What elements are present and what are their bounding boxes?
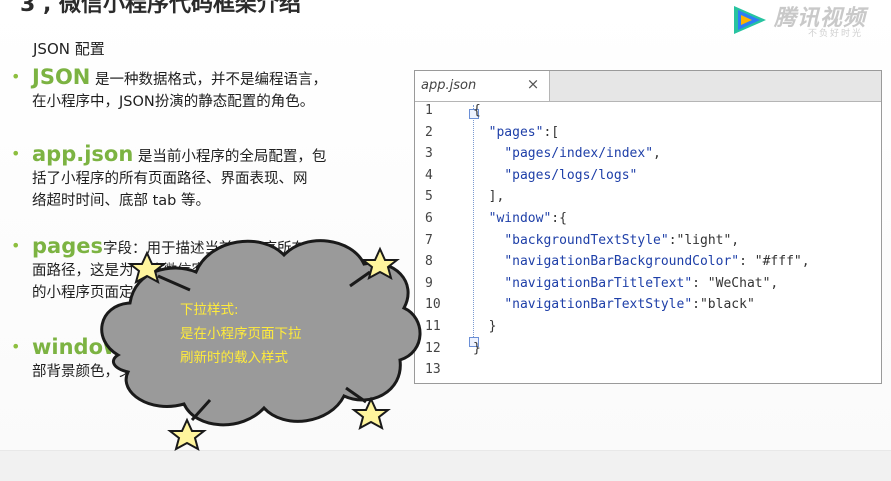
tab-app-json[interactable]: app.json × bbox=[415, 71, 550, 101]
code-line: 11 } bbox=[415, 319, 881, 341]
code-content: } bbox=[473, 341, 481, 356]
code-content: "pages/logs/logs" bbox=[473, 168, 637, 183]
bullet-keyword: window bbox=[32, 335, 123, 359]
bullet-keyword: app.json bbox=[32, 142, 134, 166]
line-number: 7 bbox=[425, 232, 433, 248]
code-content: ], bbox=[473, 189, 505, 205]
code-line: 5 ], bbox=[415, 189, 881, 211]
line-number: 4 bbox=[425, 167, 433, 183]
bottom-band bbox=[0, 450, 891, 481]
code-token: { bbox=[473, 103, 481, 118]
callout-text: 下拉样式: 是在小程序页面下拉 刷新时的载入样式 bbox=[180, 298, 302, 370]
code-line: 2 "pages":[ bbox=[415, 125, 881, 147]
code-line: 7 "backgroundTextStyle":"light", bbox=[415, 233, 881, 255]
code-line: 12} bbox=[415, 341, 881, 363]
close-icon[interactable]: × bbox=[524, 75, 542, 93]
code-string: "window" bbox=[488, 210, 552, 226]
code-content: { bbox=[473, 103, 481, 118]
code-line: 13 bbox=[415, 362, 881, 384]
code-content: "navigationBarTitleText": "WeChat", bbox=[473, 276, 778, 291]
code-content: "navigationBarTextStyle":"black" bbox=[473, 297, 755, 313]
play-logo-icon bbox=[734, 6, 766, 34]
code-string: "backgroundTextStyle" bbox=[504, 232, 669, 248]
line-number: 10 bbox=[425, 297, 441, 313]
code-token: } bbox=[473, 318, 497, 334]
section-subtitle: JSON 配置 bbox=[33, 40, 105, 58]
code-line: 1{ bbox=[415, 103, 881, 125]
code-content: "backgroundTextStyle":"light", bbox=[473, 233, 739, 248]
code-content: } bbox=[473, 318, 497, 334]
callout-line: 下拉样式: bbox=[180, 302, 239, 318]
code-editor: app.json × 1{2 "pages":[3 "pages/index/i… bbox=[414, 70, 882, 384]
bullet-text: 是一种数据格式，并不是编程语言， bbox=[94, 72, 327, 88]
code-token: ], bbox=[473, 189, 505, 205]
tab-label: app.json bbox=[421, 78, 477, 93]
page-title: 3 , 微信小程序代码框架介绍 bbox=[20, 0, 301, 17]
line-number: 1 bbox=[425, 103, 433, 118]
code-string: "navigationBarTextStyle" bbox=[504, 297, 693, 313]
code-string: "pages" bbox=[488, 124, 544, 140]
line-number: 6 bbox=[425, 210, 433, 226]
bullet-dot: • bbox=[11, 144, 21, 163]
code-token: } bbox=[473, 340, 481, 356]
code-line: 8 "navigationBarBackgroundColor": "#fff"… bbox=[415, 254, 881, 276]
callout-line: 刷新时的载入样式 bbox=[180, 350, 288, 366]
line-number: 12 bbox=[425, 340, 441, 356]
code-string: "navigationBarBackgroundColor" bbox=[504, 254, 740, 270]
code-content: "pages/index/index", bbox=[473, 146, 661, 161]
code-token: :"light", bbox=[668, 232, 740, 248]
bullet-text: 是当前小程序的全局配置，包 bbox=[137, 149, 327, 165]
bullet-text: 括了小程序的所有页面路径、界面表现、网 bbox=[32, 171, 308, 187]
code-token: : "#fff", bbox=[739, 254, 810, 270]
editor-tab-bar: app.json × bbox=[415, 71, 881, 102]
code-token: :{ bbox=[551, 210, 567, 226]
code-token: :"black" bbox=[692, 297, 755, 313]
line-number: 8 bbox=[425, 254, 433, 270]
video-logo: 腾讯视频 不负好时光 bbox=[730, 2, 890, 40]
code-line: 10 "navigationBarTextStyle":"black" bbox=[415, 297, 881, 319]
code-content: "navigationBarBackgroundColor": "#fff", bbox=[473, 254, 810, 270]
line-number: 5 bbox=[425, 189, 433, 205]
code-token: , bbox=[653, 146, 661, 162]
line-number: 9 bbox=[425, 275, 433, 291]
code-content: "pages":[ bbox=[473, 125, 559, 140]
code-line: 9 "navigationBarTitleText": "WeChat", bbox=[415, 276, 881, 298]
code-token: : "WeChat", bbox=[692, 275, 779, 291]
bullet-text: 面路径，这是为了让微信客户端知道当前你 bbox=[32, 263, 308, 279]
line-number: 13 bbox=[425, 362, 441, 378]
code-string: "navigationBarTitleText" bbox=[504, 275, 693, 291]
bullet-dot: • bbox=[11, 67, 21, 86]
code-line: 6 "window":{ bbox=[415, 211, 881, 233]
callout-line: 是在小程序页面下拉 bbox=[180, 326, 302, 342]
bullet-text: 络超时时间、底部 tab 等。 bbox=[32, 193, 210, 209]
code-line: 3 "pages/index/index", bbox=[415, 146, 881, 168]
bullet-dot: • bbox=[11, 337, 21, 356]
code-token: :[ bbox=[543, 124, 560, 140]
code-string: "pages/index/index" bbox=[504, 146, 654, 162]
code-area[interactable]: 1{2 "pages":[3 "pages/index/index", 4 "pa… bbox=[415, 103, 881, 384]
bullet-keyword: pages bbox=[32, 234, 103, 258]
line-number: 3 bbox=[425, 146, 433, 162]
code-string: "pages/logs/logs" bbox=[504, 167, 638, 183]
bullet-text: 字段：用于描述当前小程序所有页 bbox=[102, 241, 321, 257]
bullet-keyword: JSON bbox=[32, 65, 91, 89]
bullet-dot: • bbox=[11, 236, 21, 255]
line-number: 2 bbox=[425, 124, 433, 140]
code-content: "window":{ bbox=[473, 211, 567, 226]
line-number: 11 bbox=[425, 318, 441, 334]
logo-tagline: 不负好时光 bbox=[808, 29, 864, 39]
bullet-text: 在小程序中，JSON扮演的静态配置的角色。 bbox=[32, 94, 315, 110]
code-line: 4 "pages/logs/logs" bbox=[415, 168, 881, 190]
